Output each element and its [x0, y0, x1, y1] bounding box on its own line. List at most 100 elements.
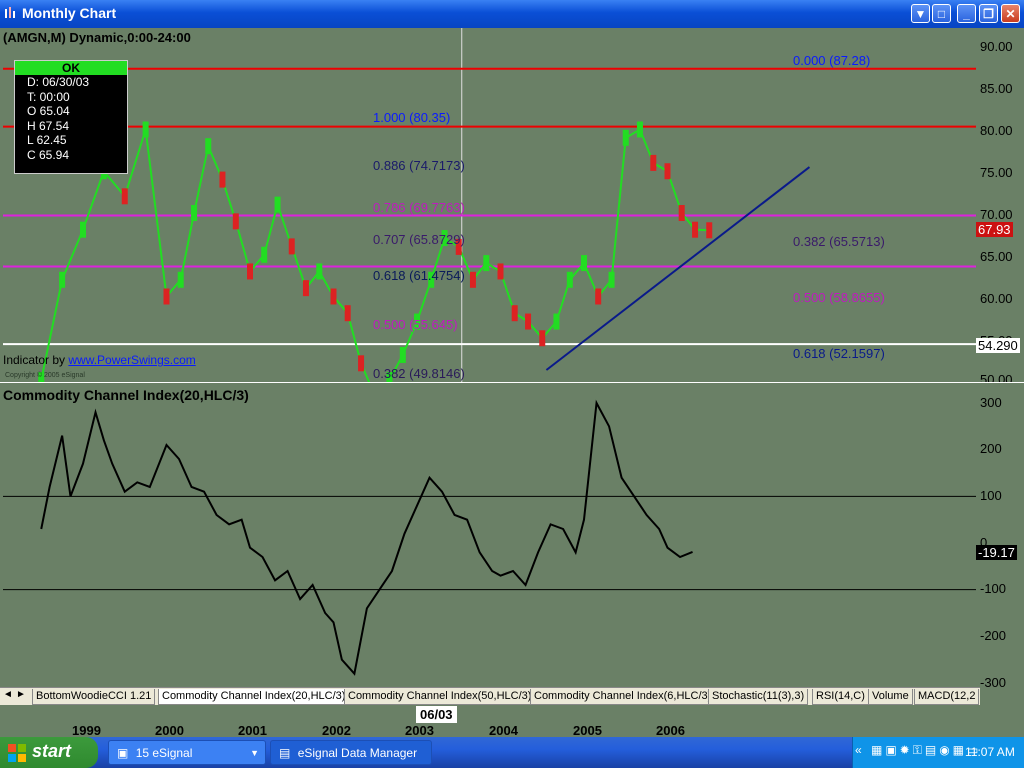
cci-pane-header: Commodity Channel Index(20,HLC/3): [3, 387, 249, 403]
price-chart[interactable]: 1.000 (80.35) 0.886 (74.7173) 0.786 (69.…: [3, 28, 976, 382]
price-bar: [205, 138, 212, 155]
tab-cci-50[interactable]: Commodity Channel Index(50,HLC/3): [344, 689, 536, 705]
taskbar-data-manager[interactable]: ▤ eSignal Data Manager: [270, 740, 432, 765]
year-label: 2003: [405, 723, 434, 738]
tab-bottom-woodie-cci[interactable]: BottomWoodieCCI 1.21: [32, 689, 156, 705]
tab-scroll-left-icon[interactable]: ◄: [3, 689, 13, 700]
price-bar: [469, 271, 476, 288]
cci-axis-label: -200: [980, 628, 1007, 643]
time-axis[interactable]: 1999 2000 2001 2002 2003 2004 2005 2006 …: [0, 705, 1024, 738]
price-axis-label: 90.00: [980, 39, 1013, 54]
scroll-down-button[interactable]: ▼: [911, 4, 930, 23]
fib-left-0886: 0.886 (74.7173): [373, 158, 465, 173]
price-axis[interactable]: 90.00 85.00 80.00 75.00 70.00 65.00 60.0…: [976, 28, 1021, 387]
year-label: 2002: [322, 723, 351, 738]
tab-cci-20[interactable]: Commodity Channel Index(20,HLC/3): [158, 689, 350, 705]
copyright-text: Copyright © 2005 eSignal: [5, 372, 85, 379]
fib-left-0382: 0.382 (49.8146): [373, 366, 465, 381]
tab-rsi[interactable]: RSI(14,C): [812, 689, 869, 705]
indicator-prefix: Indicator by: [3, 353, 69, 367]
maximize-button[interactable]: ❐: [979, 4, 998, 23]
cursor-price-tag: 54.290: [976, 338, 1020, 353]
ohlc-data-window[interactable]: OK D: 06/30/03 T: 00:00 O 65.04 H 67.54 …: [14, 60, 128, 174]
cci-last-value-tag: -19.17: [976, 545, 1017, 560]
cci-axis-label: -100: [980, 581, 1007, 596]
price-bar: [692, 221, 699, 238]
price-bar: [566, 271, 573, 288]
tab-cci-6[interactable]: Commodity Channel Index(6,HLC/3): [530, 689, 716, 705]
price-bar: [650, 154, 657, 171]
indicator-tab-bar[interactable]: ◄ ► BottomWoodieCCI 1.21 Commodity Chann…: [0, 687, 980, 706]
tab-macd[interactable]: MACD(12,2: [914, 689, 980, 705]
price-bar: [706, 222, 713, 239]
indicator-link[interactable]: www.PowerSwings.com: [68, 353, 195, 367]
cci-line: [40, 399, 693, 676]
price-bar: [261, 246, 268, 263]
clock[interactable]: 11:07 AM: [965, 745, 1015, 759]
price-bar: [399, 346, 406, 363]
indicator-credit: Indicator by www.PowerSwings.com: [3, 353, 196, 367]
ohlc-close: C 65.94: [27, 147, 70, 162]
price-axis-label: 65.00: [980, 249, 1013, 264]
fib-right-0000: 0.000 (87.28): [793, 53, 870, 68]
year-label: 2000: [155, 723, 184, 738]
tab-scroll-right-icon[interactable]: ►: [16, 689, 26, 700]
window-titlebar[interactable]: Monthly Chart ▼ □ _ ❐ ✕: [0, 0, 1024, 28]
price-bar: [302, 280, 309, 297]
price-pane-header: (AMGN,M) Dynamic,0:00-24:00: [3, 30, 191, 45]
ok-status[interactable]: OK: [15, 61, 127, 75]
price-bar: [191, 205, 198, 221]
price-bar: [678, 205, 685, 221]
price-chart-pane[interactable]: 1.000 (80.35) 0.886 (74.7173) 0.786 (69.…: [3, 28, 976, 382]
fib-right-0382: 0.382 (65.5713): [793, 234, 885, 249]
cci-axis-label: 100: [980, 488, 1002, 503]
restore-pane-button[interactable]: □: [932, 4, 951, 23]
price-bar: [608, 271, 615, 288]
fib-left-1000: 1.000 (80.35): [373, 110, 450, 125]
price-bar: [80, 221, 86, 238]
price-bar: [539, 330, 546, 347]
year-label: 2004: [489, 723, 518, 738]
ohlc-date: D: 06/30/03: [27, 75, 90, 89]
year-label: 2001: [238, 723, 267, 738]
price-bar: [636, 121, 643, 138]
price-bar: [121, 188, 128, 205]
group-expand-icon: ▼: [250, 748, 259, 758]
windows-taskbar: start ▣ 15 eSignal ▼ ▤ eSignal Data Mana…: [0, 737, 1024, 768]
price-bar: [497, 263, 504, 280]
start-button[interactable]: start: [0, 737, 98, 768]
year-label: 1999: [72, 723, 101, 738]
ohlc-open: O 65.04: [27, 104, 70, 119]
data-manager-icon: ▤: [279, 746, 291, 760]
year-label: 2006: [656, 723, 685, 738]
price-bar: [177, 271, 184, 288]
monitor-icon: ▣: [117, 746, 129, 760]
cci-pane[interactable]: Commodity Channel Index(20,HLC/3): [3, 383, 976, 687]
taskbar-esignal-group[interactable]: ▣ 15 eSignal ▼: [108, 740, 266, 765]
price-bar: [142, 121, 149, 138]
ohlc-high: H 67.54: [27, 118, 70, 133]
price-bar: [59, 271, 66, 288]
price-bar: [288, 238, 295, 255]
price-bar: [316, 263, 323, 280]
fib-left-0618: 0.618 (61.4754): [373, 268, 465, 283]
price-bar: [163, 288, 170, 305]
price-bar: [581, 255, 587, 272]
cci-axis-label: 200: [980, 441, 1002, 456]
price-bar: [344, 305, 351, 322]
tray-expand-icon[interactable]: «: [855, 743, 862, 757]
minimize-button[interactable]: _: [957, 4, 976, 23]
fib-left-0786: 0.786 (69.7763): [373, 200, 465, 215]
tab-stochastic[interactable]: Stochastic(11(3),3): [708, 689, 809, 705]
tab-volume[interactable]: Volume: [868, 689, 913, 705]
ohlc-low: L 62.45: [27, 133, 67, 148]
price-axis-label: 60.00: [980, 291, 1013, 306]
year-label: 2005: [573, 723, 602, 738]
cursor-date-tag: 06/03: [416, 706, 457, 723]
cci-chart[interactable]: [3, 383, 976, 687]
fib-right-0500: 0.500 (58.8655): [793, 290, 885, 305]
close-button[interactable]: ✕: [1001, 4, 1020, 23]
fib-right-0618: 0.618 (52.1597): [793, 346, 885, 361]
cci-axis[interactable]: 300 200 100 0 -100 -200 -300 -19.17: [976, 383, 1021, 690]
price-bar: [274, 196, 281, 213]
